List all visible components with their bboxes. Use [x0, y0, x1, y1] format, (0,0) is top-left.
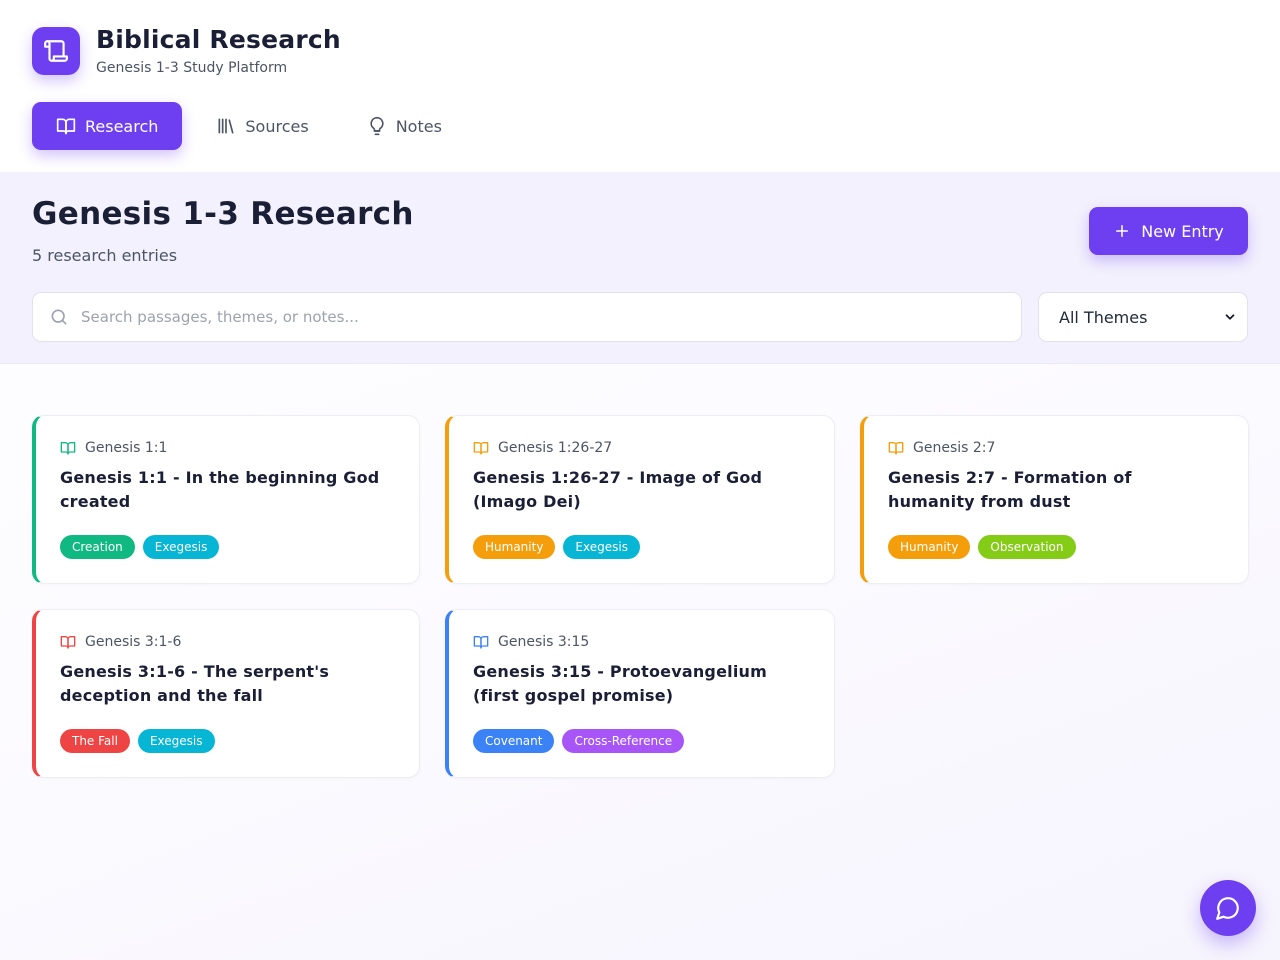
plus-icon	[1116, 225, 1129, 237]
entry-title: Genesis 3:1-6 - The serpent's deception …	[60, 662, 330, 705]
entry-card[interactable]: Genesis 1:1 Genesis 1:1 - In the beginni…	[32, 415, 420, 584]
entry-title: Genesis 2:7 - Formation of humanity from…	[888, 468, 1132, 511]
entry-reference: Genesis 3:1-6	[60, 634, 395, 650]
tab-notes[interactable]: Notes	[343, 102, 466, 150]
entry-card[interactable]: Genesis 2:7 Genesis 2:7 - Formation of h…	[860, 415, 1249, 584]
theme-select[interactable]: All Themes	[1038, 292, 1248, 342]
brand-logo[interactable]	[32, 27, 80, 75]
entry-reference: Genesis 2:7	[888, 440, 1224, 456]
search-icon	[51, 309, 67, 325]
top-bar: Biblical Research Genesis 1-3 Study Plat…	[0, 0, 1280, 172]
entries-grid: Genesis 1:1 Genesis 1:1 - In the beginni…	[32, 415, 1249, 778]
entry-title: Genesis 1:26-27 - Image of God (Imago De…	[473, 468, 763, 511]
entry-title: Genesis 3:15 - Protoevangelium (first go…	[473, 662, 767, 705]
entry-reference: Genesis 3:15	[473, 634, 810, 650]
tag-creation[interactable]: Creation	[60, 535, 135, 559]
brand-title: Biblical Research	[96, 25, 341, 54]
main-nav: Research Sources Notes	[32, 102, 1248, 150]
filter-bar: All Themes	[32, 292, 1248, 342]
new-entry-button[interactable]: New Entry	[1089, 207, 1248, 255]
entry-reference: Genesis 1:1	[60, 440, 395, 456]
tab-research[interactable]: Research	[32, 102, 183, 150]
book-open-icon	[888, 442, 904, 455]
new-entry-label: New Entry	[1141, 221, 1224, 241]
book-open-icon	[60, 442, 76, 455]
entry-count: 5 research entries	[32, 246, 178, 265]
brand: Biblical Research Genesis 1-3 Study Plat…	[32, 26, 1248, 76]
tag-humanity[interactable]: Humanity	[473, 535, 556, 559]
book-open-icon	[473, 636, 489, 649]
tag-covenant[interactable]: Covenant	[473, 729, 555, 753]
entry-tags: Humanity Observation	[888, 535, 1224, 559]
tab-sources[interactable]: Sources	[192, 102, 332, 150]
entry-reference: Genesis 1:26-27	[473, 440, 810, 456]
tab-sources-label: Sources	[245, 116, 309, 136]
tag-exegesis[interactable]: Exegesis	[137, 729, 215, 753]
tab-notes-label: Notes	[395, 116, 442, 136]
entry-reference-text: Genesis 2:7	[913, 440, 996, 456]
tag-observation[interactable]: Observation	[978, 535, 1076, 559]
entry-reference-text: Genesis 3:1-6	[85, 634, 182, 650]
entry-title: Genesis 1:1 - In the beginning God creat…	[60, 468, 380, 511]
entry-card[interactable]: Genesis 3:1-6 Genesis 3:1-6 - The serpen…	[32, 609, 420, 778]
tag-cross-reference[interactable]: Cross-Reference	[562, 729, 685, 753]
entry-tags: Covenant Cross-Reference	[473, 729, 810, 753]
entry-card[interactable]: Genesis 1:26-27 Genesis 1:26-27 - Image …	[445, 415, 835, 584]
search-input[interactable]	[81, 308, 981, 326]
tag-humanity[interactable]: Humanity	[888, 535, 971, 559]
tab-research-label: Research	[85, 116, 159, 136]
entry-card[interactable]: Genesis 3:15 Genesis 3:15 - Protoevangel…	[445, 609, 835, 778]
entry-tags: Creation Exegesis	[60, 535, 395, 559]
page-header: Genesis 1-3 Research 5 research entries …	[0, 172, 1280, 364]
chat-bubble-icon	[1216, 897, 1239, 920]
tag-exegesis[interactable]: Exegesis	[142, 535, 220, 559]
search-box	[32, 292, 1022, 342]
entry-tags: Humanity Exegesis	[473, 535, 810, 559]
book-open-icon	[473, 442, 489, 455]
chevron-down-icon	[1225, 314, 1235, 320]
book-open-icon	[60, 636, 76, 649]
entry-reference-text: Genesis 3:15	[498, 634, 590, 650]
entry-reference-text: Genesis 1:26-27	[498, 440, 613, 456]
page-title: Genesis 1-3 Research	[32, 196, 414, 232]
tag-the-fall[interactable]: The Fall	[60, 729, 130, 753]
brand-subtitle: Genesis 1-3 Study Platform	[96, 60, 288, 76]
entry-reference-text: Genesis 1:1	[85, 440, 168, 456]
lightbulb-icon	[367, 116, 387, 136]
entry-tags: The Fall Exegesis	[60, 729, 395, 753]
scroll-icon	[44, 40, 68, 62]
chat-button[interactable]	[1200, 880, 1256, 936]
tag-exegesis[interactable]: Exegesis	[563, 535, 640, 559]
library-icon	[216, 116, 236, 136]
theme-select-value: All Themes	[1059, 307, 1148, 327]
book-open-icon	[56, 116, 76, 136]
